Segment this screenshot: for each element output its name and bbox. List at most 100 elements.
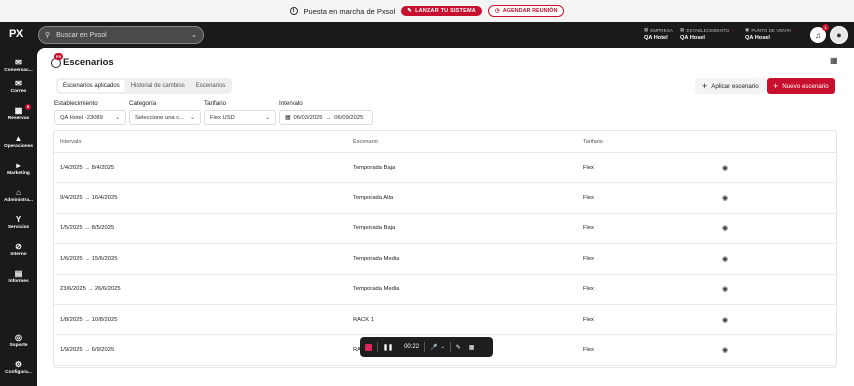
book-icon[interactable]: ▦ xyxy=(830,56,838,65)
notification-badge: 1 xyxy=(822,24,829,31)
categoria-filter: Categoría Seleccione una c... ⌄ xyxy=(129,100,201,125)
search-input[interactable]: Buscar en Pxsol xyxy=(56,32,107,39)
column-escenario: Escenario xyxy=(353,138,378,145)
categoria-select[interactable]: Seleccione una c... ⌄ xyxy=(129,110,201,125)
operations-icon: ▲ xyxy=(14,134,23,143)
new-scenario-button[interactable]: + Nuevo escenario xyxy=(767,78,835,94)
establecimiento-selector[interactable]: ▦ ESTABLECIMIENTO ⌄ QA Hosel xyxy=(680,27,735,41)
punto-venta-label: PUNTO DE VENTA xyxy=(751,27,792,33)
banner-message: Puesta en marcha de Pxsol xyxy=(303,6,396,16)
tab-escenarios-aplicados[interactable]: Escenarios aplicados xyxy=(58,80,125,92)
sidebar-item-conversaciones[interactable]: ✉ Conversac... xyxy=(0,58,37,73)
chevron-down-icon[interactable]: ⌄ xyxy=(191,31,197,39)
table-row: 1/6/2025 → 15/6/2025 Temporada Media Flex ◉ xyxy=(54,244,836,275)
calendar-icon: ▦ xyxy=(14,106,23,115)
sidebar-item-reservas[interactable]: ▦ 5 Reservas xyxy=(0,104,37,121)
empresa-label: EMPRESA xyxy=(650,27,673,33)
px-badge: PX xyxy=(54,52,64,60)
sidebar-item-operaciones[interactable]: ▲ Operaciones xyxy=(0,134,37,149)
sidebar-item-configuracion[interactable]: ⚙ Configura... xyxy=(0,360,37,375)
intervalo-from: 06/03/2025 xyxy=(293,114,323,121)
chevron-down-icon: ⌄ xyxy=(114,115,120,121)
eye-icon[interactable]: ◉ xyxy=(722,194,728,202)
table-row: 1/5/2025 → 8/5/2025 Temporada Baja Flex ◉ xyxy=(54,214,836,245)
row-interval: 23/6/2025 → 26/6/2025 xyxy=(60,286,121,292)
intervalo-date-range[interactable]: ▦ 06/03/2025 → 06/09/2025 xyxy=(279,110,373,125)
microphone-icon[interactable]: 🎤 xyxy=(430,344,437,351)
page-header: PX Escenarios xyxy=(51,52,114,68)
schedule-meeting-button[interactable]: ◷ AGENDAR REUNIÓN xyxy=(487,5,565,17)
eye-icon[interactable]: ◉ xyxy=(722,255,728,263)
eye-icon[interactable]: ◉ xyxy=(722,164,728,172)
pen-icon[interactable]: ✎ xyxy=(456,344,461,351)
establecimiento-label: ESTABLECIMIENTO xyxy=(686,27,730,33)
fullscreen-icon[interactable]: ▦ xyxy=(469,344,475,351)
chevron-down-icon[interactable]: ⌄ xyxy=(441,344,445,350)
chevron-down-icon: ⌄ xyxy=(264,115,270,121)
pause-icon[interactable]: ❚❚ xyxy=(383,344,393,351)
apply-scenario-button[interactable]: + Aplicar escenario xyxy=(695,78,766,94)
eye-icon[interactable]: ◉ xyxy=(722,346,728,354)
global-search[interactable]: ⚲ Buscar en Pxsol ⌄ xyxy=(38,26,204,44)
launch-system-button[interactable]: ✎ LANZAR TU SISTEMA xyxy=(401,6,482,16)
eye-icon[interactable]: ◉ xyxy=(722,224,728,232)
interval-from: 1/9/2025 xyxy=(60,347,83,354)
interval-to: 15/6/2025 xyxy=(91,255,118,262)
intervalo-filter: Intervalo ▦ 06/03/2025 → 06/09/2025 xyxy=(279,100,373,125)
table-body: 1/4/2025 → 8/4/2025 Temporada Baja Flex ◉ 9/… xyxy=(54,153,836,366)
interval-to: 8/5/2025 xyxy=(91,225,115,232)
sidebar-item-label: Conversac... xyxy=(4,68,33,73)
empresa-value: QA Hotel xyxy=(644,35,668,41)
arrow-right-icon: → xyxy=(84,195,90,202)
interval-to: 16/4/2025 xyxy=(91,195,118,202)
empresa-selector[interactable]: ▦ EMPRESA QA Hotel xyxy=(644,27,673,41)
store-icon: ▣ xyxy=(745,27,750,32)
notifications-button[interactable]: ♫ 1 xyxy=(810,24,829,43)
eye-icon[interactable]: ◉ xyxy=(722,316,728,324)
new-scenario-label: Nuevo escenario xyxy=(782,82,829,90)
sidebar-item-correo[interactable]: ✉ Correo xyxy=(0,79,37,94)
establecimiento-select[interactable]: QA Hotel -23089 ⌄ xyxy=(54,110,126,125)
categoria-filter-label: Categoría xyxy=(129,100,157,107)
sidebar-item-informes[interactable]: ▤ Informes xyxy=(0,269,37,284)
row-interval: 1/8/2025 → 10/8/2025 xyxy=(60,317,117,323)
scenarios-table: Intervalo Escenario Tarifario 1/4/2025 →… xyxy=(53,130,837,368)
bell-icon: ♫ xyxy=(815,30,821,40)
info-icon: i xyxy=(289,7,298,15)
schedule-meeting-label: AGENDAR REUNIÓN xyxy=(502,8,558,14)
search-icon: ⚲ xyxy=(45,32,51,39)
interval-from: 1/5/2025 xyxy=(60,225,83,232)
punto-venta-selector[interactable]: ▣ PUNTO DE VENTA ⌄ QA Hosel xyxy=(745,27,797,41)
interval-to: 26/6/2025 xyxy=(94,286,121,293)
stop-recording-button[interactable] xyxy=(365,343,372,351)
tab-escenarios[interactable]: Escenarios xyxy=(191,80,231,92)
plus-icon: + xyxy=(773,81,779,91)
divider xyxy=(449,342,451,352)
tab-historial-de-cambios[interactable]: Historial de cambios xyxy=(126,80,190,92)
sidebar-item-soporte[interactable]: ◎ Soporte xyxy=(0,333,37,348)
row-tarifario: Flex xyxy=(583,255,594,262)
sidebar-item-marketing[interactable]: ▸ Marketing xyxy=(0,161,37,176)
chevron-down-icon: ⌄ xyxy=(189,115,195,121)
eye-icon[interactable]: ◉ xyxy=(722,285,728,293)
sidebar-item-label: Operaciones xyxy=(3,144,34,149)
row-tarifario: Flex xyxy=(583,286,594,293)
sidebar-item-administracion[interactable]: ⌂ Administra... xyxy=(0,188,37,203)
arrow-right-icon: → xyxy=(84,255,90,262)
sidebar-item-label: Soporte xyxy=(9,343,28,348)
tarifario-select[interactable]: Flex USD ⌄ xyxy=(204,110,276,125)
page-title: Escenarios xyxy=(63,57,114,68)
row-tarifario: Flex xyxy=(583,195,594,202)
sidebar-item-servicios[interactable]: Y Servicios xyxy=(0,215,37,230)
main-panel: PX Escenarios ▦ Escenarios aplicados His… xyxy=(37,48,854,386)
row-tarifario: Flex xyxy=(583,164,594,171)
support-icon: ◎ xyxy=(15,333,22,342)
tarifario-select-value: Flex USD xyxy=(210,114,235,121)
calendar-icon: ▦ xyxy=(285,114,291,121)
intervalo-filter-label: Intervalo xyxy=(279,100,303,107)
sidebar-item-interno[interactable]: ⊘ Interno xyxy=(0,242,37,257)
avatar[interactable]: ● xyxy=(830,26,848,44)
rocket-icon: ✎ xyxy=(407,8,413,14)
pxsol-logo[interactable]: PX xyxy=(9,28,23,40)
